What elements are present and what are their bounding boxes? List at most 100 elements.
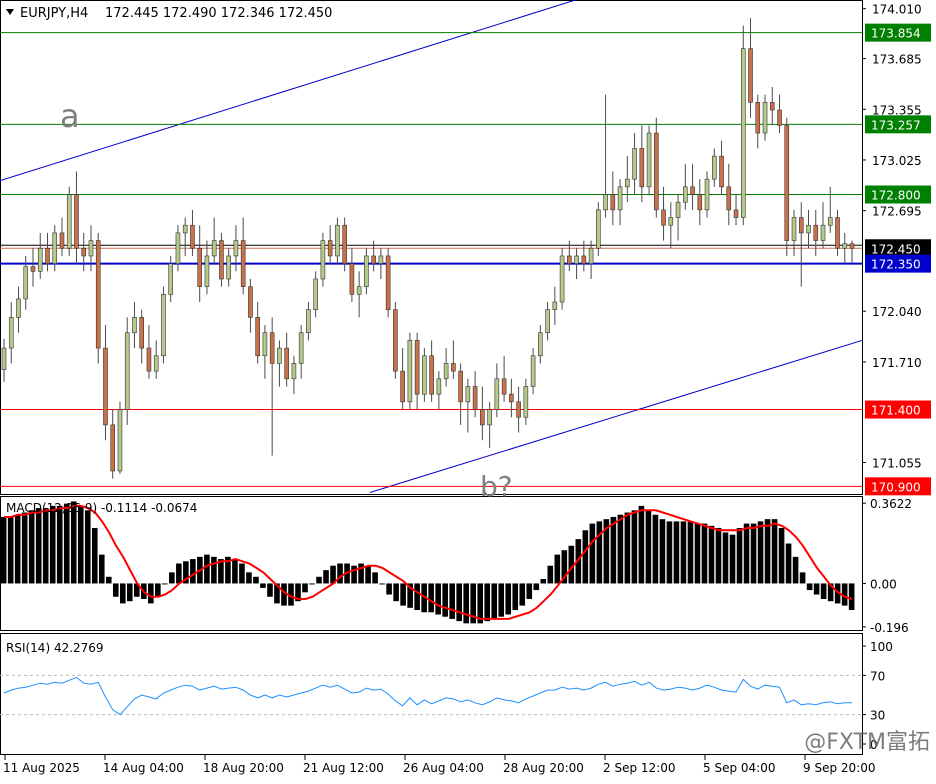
macd-bar [351, 565, 357, 584]
macd-bar [771, 519, 778, 584]
macd-bar [456, 583, 462, 622]
macd-histogram [0, 501, 855, 624]
macd-bar [820, 583, 827, 599]
macd-bar [7, 516, 14, 584]
macd-bar [126, 583, 133, 602]
macd-bar [463, 583, 469, 624]
macd-bar [694, 523, 701, 584]
lower-channel-line [369, 339, 863, 493]
candle-body [588, 247, 594, 264]
price-tick-label: 174.010 [872, 3, 922, 17]
candle-body [784, 125, 790, 241]
candle-body [81, 247, 87, 257]
candle-body [559, 255, 565, 303]
candle-body [639, 148, 645, 188]
level-label: 173.257 [871, 118, 921, 132]
candle-body [762, 102, 768, 134]
ohlc-values: 172.445 172.490 172.346 172.450 [105, 6, 332, 21]
candle-body [342, 224, 347, 264]
candle-body [320, 240, 326, 280]
candle-body [610, 194, 616, 211]
watermark-logo: @FXTM富拓 [804, 730, 930, 755]
candle-body [675, 201, 681, 218]
candle-body [538, 332, 543, 357]
macd-bar [435, 583, 441, 615]
macd-bar [119, 583, 126, 604]
collapse-arrow-icon[interactable] [6, 9, 14, 15]
candle-body [755, 102, 761, 134]
candle-body [298, 332, 304, 364]
price-tick-label: 171.710 [872, 356, 922, 370]
macd-bar [204, 554, 210, 584]
candle-body [364, 255, 369, 287]
macd-bar [365, 565, 371, 584]
candle-body [110, 424, 116, 472]
macd-bar [540, 579, 547, 584]
candle-body [740, 48, 746, 218]
macd-bar [687, 521, 694, 584]
candle-body [23, 266, 29, 300]
rsi-axis-ticks: 10070300 [0, 640, 893, 752]
candle-body [480, 409, 485, 426]
candle-body [262, 332, 268, 357]
candle-body [117, 409, 123, 472]
price-tick-label: 173.025 [872, 154, 922, 168]
macd-bar [309, 583, 315, 585]
candle-body [378, 255, 384, 264]
candle-body [269, 332, 275, 364]
price-tick-label: 172.695 [872, 205, 922, 219]
macd-bar [519, 583, 526, 606]
macd-bar [743, 523, 750, 584]
rsi-title: RSI(14) 42.2769 [6, 641, 104, 655]
candle-body [443, 363, 449, 380]
candle-body [494, 378, 500, 410]
macd-bar [638, 505, 645, 584]
price-tick-label: 171.055 [872, 457, 922, 471]
rsi-line [3, 676, 852, 716]
price-tick-label: 173.355 [872, 103, 922, 117]
candle-body [472, 386, 478, 410]
candle-body [711, 155, 717, 180]
macd-bar [162, 583, 168, 585]
macd-bar [0, 516, 7, 584]
macd-bar [232, 559, 238, 584]
macd-bar [239, 563, 245, 584]
candle-body [349, 263, 355, 295]
macd-bar [813, 583, 820, 595]
candle-body [668, 217, 674, 226]
macd-bar [722, 532, 729, 584]
candle-body [632, 148, 637, 180]
candle-body [335, 224, 340, 257]
macd-bar [582, 530, 589, 584]
macd-bar [302, 583, 308, 593]
candle-body [654, 132, 659, 211]
candle-body [690, 186, 695, 195]
candle-body [313, 278, 318, 311]
candle-body [465, 386, 471, 403]
macd-bar [91, 528, 98, 584]
candle-body [385, 255, 391, 311]
macd-bar [526, 583, 533, 599]
candle-body [306, 309, 311, 334]
candle-body [806, 224, 811, 234]
time-tick-label: 26 Aug 04:00 [403, 761, 484, 775]
candle-body [291, 363, 297, 380]
candle-body [646, 132, 652, 188]
rsi-tick-label: 30 [870, 709, 885, 723]
candle-body [842, 243, 848, 249]
candle-body [16, 298, 21, 318]
candle-body [748, 48, 753, 103]
candle-body [436, 378, 442, 395]
macd-bar [792, 556, 799, 584]
macd-tick-label: 0.00 [870, 577, 897, 591]
macd-bar [56, 505, 63, 584]
macd-tick-label: 0.3622 [870, 497, 912, 511]
macd-bar [449, 583, 455, 619]
macd-bar [701, 523, 708, 584]
macd-bar [379, 583, 385, 585]
candle-body [414, 340, 420, 395]
candle-body [59, 232, 65, 249]
candle-body [175, 232, 181, 264]
candle-body [132, 317, 137, 334]
candle-body [422, 355, 427, 395]
